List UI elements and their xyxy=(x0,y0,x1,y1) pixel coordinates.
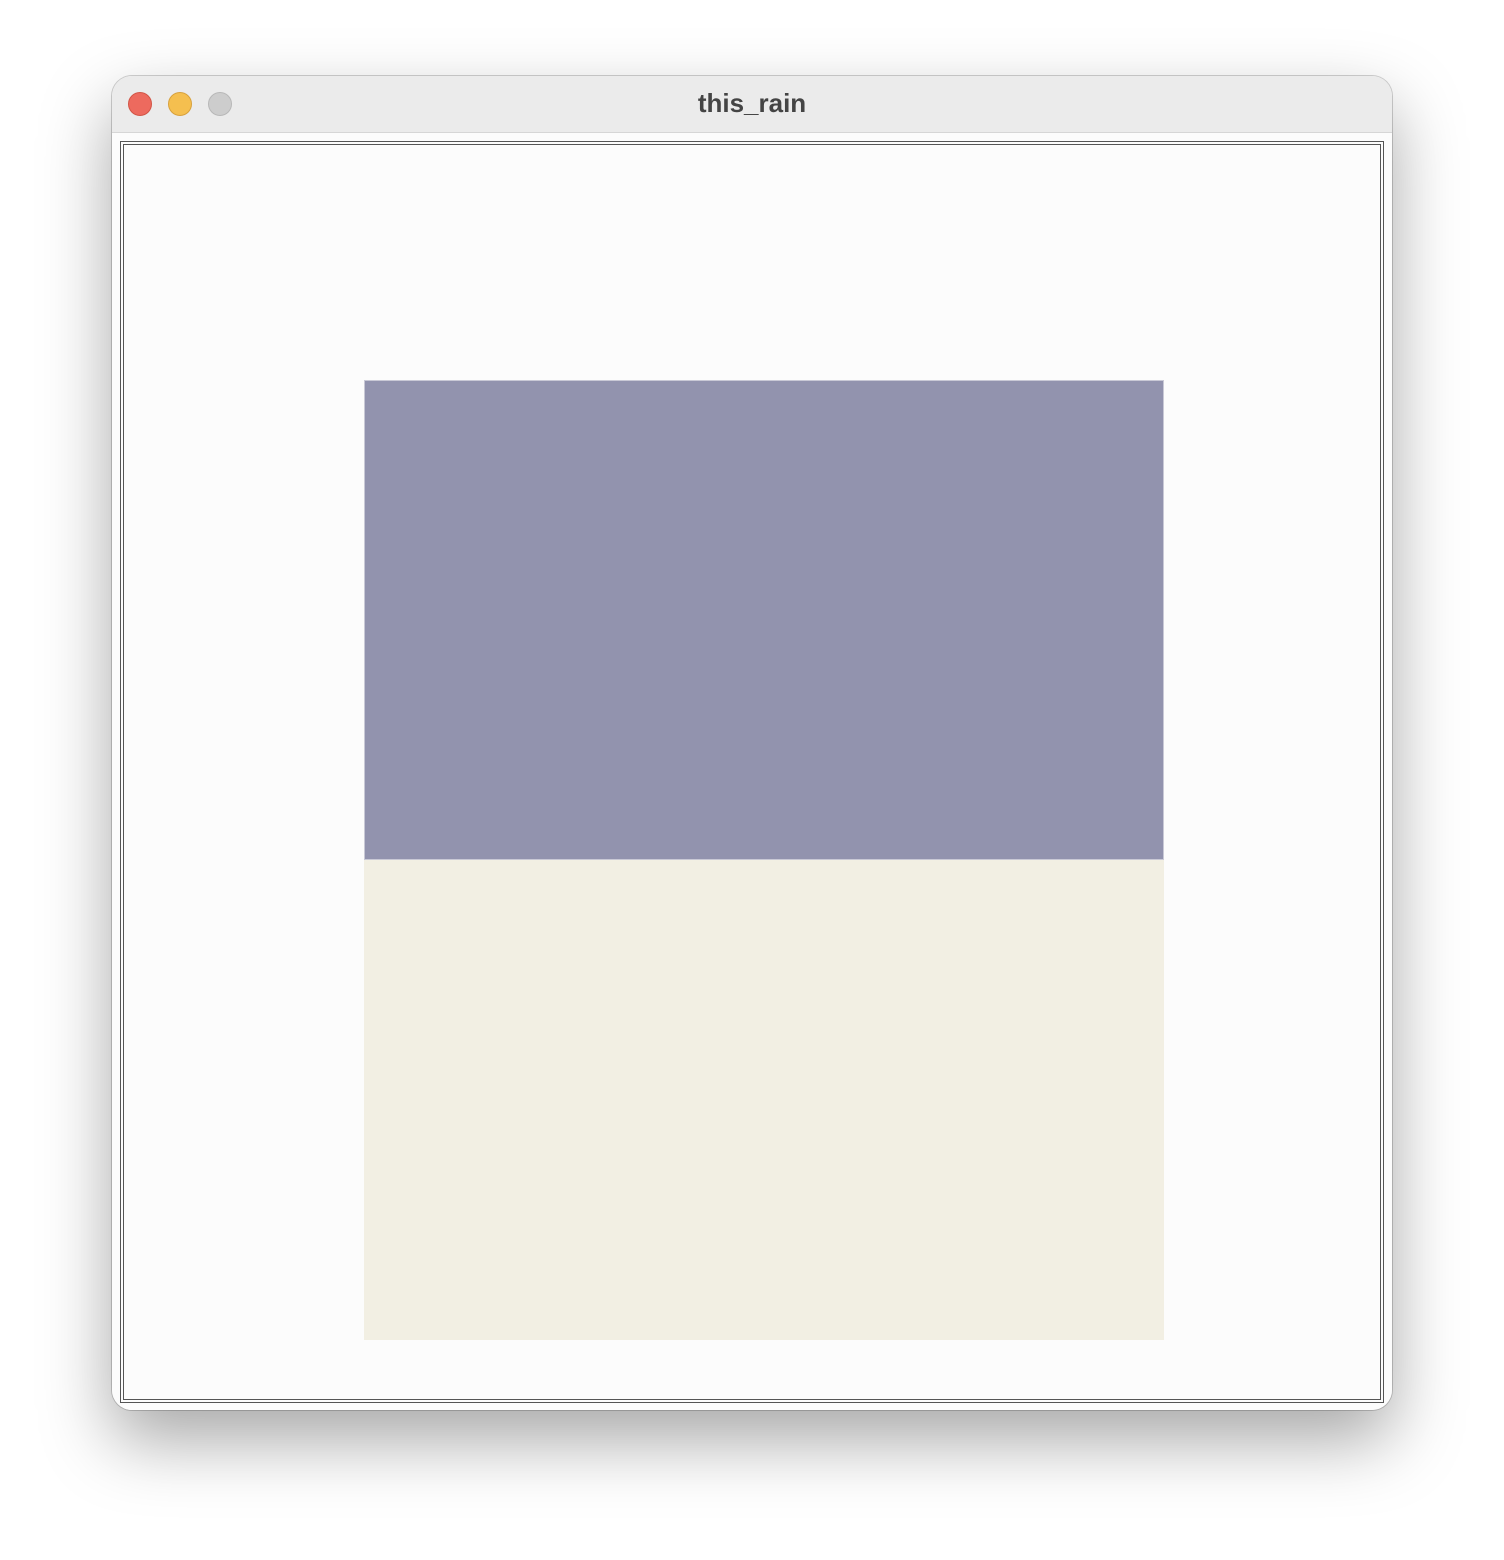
window-title: this_rain xyxy=(697,88,807,118)
title-bar[interactable]: this_rain xyxy=(112,76,1392,133)
sky-rectangle xyxy=(364,380,1164,860)
ground-rectangle xyxy=(364,860,1164,1340)
window-content xyxy=(112,133,1392,1410)
app-window: this_rain xyxy=(112,76,1392,1410)
sketch-canvas[interactable] xyxy=(120,141,1384,1403)
